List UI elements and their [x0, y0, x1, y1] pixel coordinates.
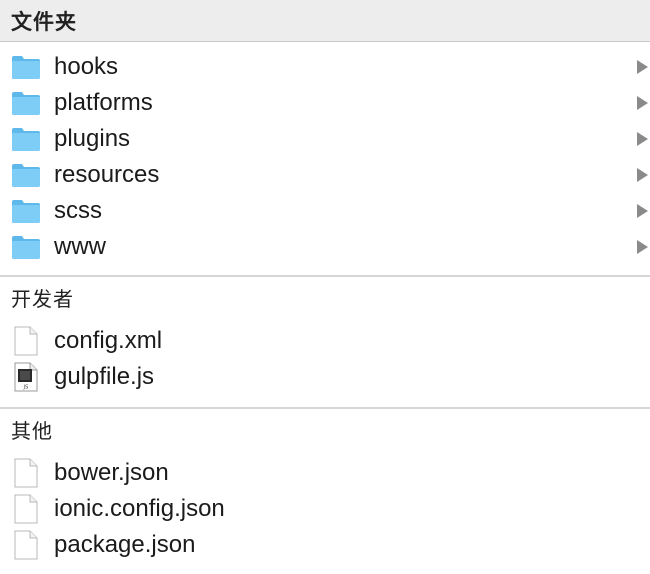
- folder-label: www: [54, 233, 106, 260]
- file-label: ionic.config.json: [54, 495, 225, 522]
- file-row-config-xml[interactable]: config.xml: [0, 323, 650, 359]
- document-icon: [11, 458, 41, 488]
- folder-row-plugins[interactable]: plugins: [0, 121, 650, 157]
- folder-row-www[interactable]: www: [0, 229, 650, 265]
- folder-icon: [11, 234, 41, 260]
- document-icon: [11, 494, 41, 524]
- js-file-icon: JS: [11, 362, 41, 392]
- folder-row-scss[interactable]: scss: [0, 193, 650, 229]
- developer-section-title: 开发者: [11, 288, 74, 311]
- folders-list: hooks platforms plugins resources scss w…: [0, 42, 650, 275]
- folder-icon: [11, 198, 41, 224]
- document-icon: [11, 530, 41, 560]
- chevron-right-icon[interactable]: [637, 132, 648, 146]
- chevron-right-icon[interactable]: [637, 60, 648, 74]
- folder-icon: [11, 126, 41, 152]
- svg-text:JS: JS: [23, 385, 29, 391]
- other-list: bower.json ionic.config.json package.jso…: [0, 449, 650, 563]
- folder-label: scss: [54, 197, 102, 224]
- file-label: config.xml: [54, 327, 163, 354]
- file-row-package-json[interactable]: package.json: [0, 527, 650, 563]
- file-row-gulpfile-js[interactable]: JS gulpfile.js: [0, 359, 650, 395]
- folder-row-resources[interactable]: resources: [0, 157, 650, 193]
- other-section-title: 其他: [11, 420, 53, 443]
- folder-label: plugins: [54, 125, 131, 152]
- chevron-right-icon[interactable]: [637, 240, 648, 254]
- file-row-ionic-config-json[interactable]: ionic.config.json: [0, 491, 650, 527]
- document-icon: [11, 326, 41, 356]
- folders-section-header: 文件夹: [0, 0, 650, 42]
- chevron-right-icon[interactable]: [637, 204, 648, 218]
- file-label: gulpfile.js: [54, 363, 155, 390]
- folder-label: platforms: [54, 89, 153, 116]
- folder-row-platforms[interactable]: platforms: [0, 85, 650, 121]
- developer-list: config.xml JS gulpfile.js: [0, 317, 650, 407]
- chevron-right-icon[interactable]: [637, 96, 648, 110]
- folder-icon: [11, 54, 41, 80]
- folder-label: resources: [54, 161, 160, 188]
- folder-icon: [11, 162, 41, 188]
- folder-icon: [11, 90, 41, 116]
- chevron-right-icon[interactable]: [637, 168, 648, 182]
- folders-section-title: 文件夹: [11, 10, 77, 34]
- file-label: bower.json: [54, 459, 169, 486]
- folder-row-hooks[interactable]: hooks: [0, 49, 650, 85]
- file-row-bower-json[interactable]: bower.json: [0, 455, 650, 491]
- folder-label: hooks: [54, 53, 119, 80]
- file-label: package.json: [54, 531, 196, 558]
